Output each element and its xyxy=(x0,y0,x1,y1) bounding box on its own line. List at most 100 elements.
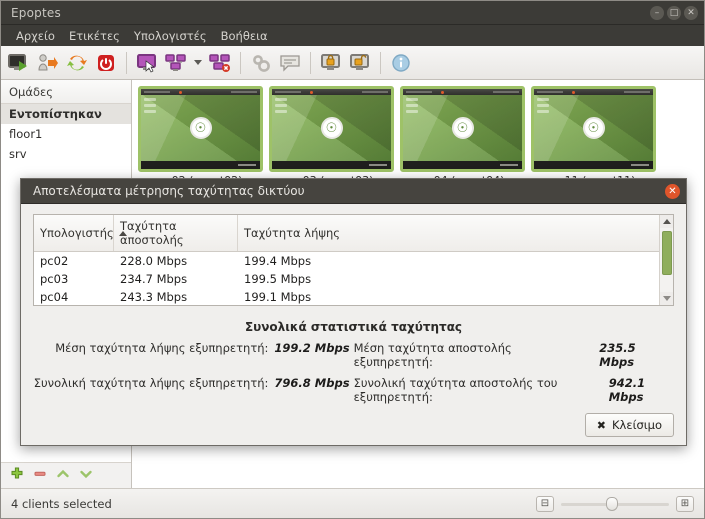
table-row[interactable]: pc02 228.0 Mbps 199.4 Mbps xyxy=(34,252,659,270)
zoom-out-button[interactable]: ⊟ xyxy=(536,495,554,512)
avg-download-value: 199.2 Mbps xyxy=(274,341,350,355)
zoom-slider-handle[interactable] xyxy=(606,496,618,511)
zoom-controls: ⊟ ⊞ xyxy=(536,495,694,512)
cell-computer: pc02 xyxy=(40,254,69,268)
restart-clients-icon[interactable] xyxy=(63,49,91,77)
add-group-button[interactable] xyxy=(10,466,24,485)
dialog-titlebar: Αποτελέσματα μέτρησης ταχύτητας δικτύου … xyxy=(21,179,686,204)
thumb-taskbar xyxy=(403,161,522,169)
groups-header: Ομάδες xyxy=(1,80,131,104)
results-table-main: Υπολογιστής Ταχύτητα αποστολής Ταχύτητα … xyxy=(34,215,659,305)
cell-download: 199.4 Mbps xyxy=(244,254,312,268)
menubar: Αρχείο Ετικέτες Υπολογιστές Βοήθεια xyxy=(1,25,704,46)
results-table-scrollbar[interactable] xyxy=(659,215,673,305)
send-message-icon[interactable] xyxy=(276,49,304,77)
dialog-title: Αποτελέσματα μέτρησης ταχύτητας δικτύου xyxy=(33,184,305,198)
log-out-user-icon[interactable] xyxy=(34,49,62,77)
results-table-header: Υπολογιστής Ταχύτητα αποστολής Ταχύτητα … xyxy=(34,215,659,252)
monitor-clients-icon[interactable] xyxy=(162,49,190,77)
close-dialog-button-label: Κλείσιμο xyxy=(612,418,662,432)
move-group-up-button[interactable] xyxy=(56,466,70,485)
toolbar-separator-2 xyxy=(240,51,241,74)
client-thumbnail[interactable]: ☉ xyxy=(269,86,394,172)
execute-command-icon[interactable] xyxy=(247,49,275,77)
move-group-down-button[interactable] xyxy=(79,466,93,485)
client-thumbnail[interactable]: ☉ xyxy=(400,86,525,172)
maximize-button[interactable]: □ xyxy=(667,5,681,20)
table-row[interactable]: pc04 243.3 Mbps 199.1 Mbps xyxy=(34,288,659,305)
dialog-footer: ✖ Κλείσιμο xyxy=(33,407,674,437)
sidebar-item-detected[interactable]: Εντοπίστηκαν xyxy=(1,104,131,124)
column-header-download-label: Ταχύτητα λήψης xyxy=(244,226,340,240)
ubuntu-logo-icon: ☉ xyxy=(582,117,605,139)
results-table: Υπολογιστής Ταχύτητα αποστολής Ταχύτητα … xyxy=(33,214,674,306)
broadcast-screen-icon[interactable] xyxy=(133,49,161,77)
zoom-slider[interactable] xyxy=(561,496,669,511)
total-upload-value: 942.1 Mbps xyxy=(608,376,646,404)
client-tile[interactable]: ☉ pc02 (guest02) xyxy=(138,86,263,187)
window-titlebar: Epoptes – □ ✕ xyxy=(1,1,704,25)
menu-computers[interactable]: Υπολογιστές xyxy=(127,27,214,45)
close-x-icon: ✖ xyxy=(596,418,606,432)
column-header-upload[interactable]: Ταχύτητα αποστολής xyxy=(114,215,238,251)
summary-statistics-title: Συνολικά στατιστικά ταχύτητας xyxy=(244,320,463,334)
menu-file[interactable]: Αρχείο xyxy=(9,27,62,45)
sidebar-item-floor1[interactable]: floor1 xyxy=(1,124,131,144)
column-header-computer[interactable]: Υπολογιστής xyxy=(34,215,127,251)
cell-upload: 234.7 Mbps xyxy=(120,272,188,286)
zoom-in-button[interactable]: ⊞ xyxy=(676,495,694,512)
thumb-taskbar xyxy=(272,161,391,169)
cell-computer: pc03 xyxy=(40,272,69,286)
ubuntu-logo-icon: ☉ xyxy=(320,117,343,139)
boot-clients-icon[interactable] xyxy=(5,49,33,77)
thumb-launcher xyxy=(275,98,287,116)
toolbar xyxy=(1,46,704,80)
status-text: 4 clients selected xyxy=(11,496,112,511)
cell-computer: pc04 xyxy=(40,290,69,304)
cell-upload: 243.3 Mbps xyxy=(120,290,188,304)
thumb-launcher xyxy=(144,98,156,116)
dialog-close-icon[interactable]: ✕ xyxy=(665,183,680,199)
unlock-screen-icon[interactable] xyxy=(346,49,374,77)
results-table-body: pc02 228.0 Mbps 199.4 Mbps pc03 234.7 Mb… xyxy=(34,252,659,305)
scrollbar-thumb[interactable] xyxy=(662,231,672,275)
total-download-value: 796.8 Mbps xyxy=(274,376,350,390)
column-header-download[interactable]: Ταχύτητα λήψης xyxy=(238,215,659,251)
cell-download: 199.5 Mbps xyxy=(244,272,312,286)
client-tile[interactable]: ☉ pc04 (guest04) xyxy=(400,86,525,187)
window-title: Epoptes xyxy=(11,5,61,20)
client-tile[interactable]: ☉ pc03 (guest03) xyxy=(269,86,394,187)
total-upload-label: Συνολική ταχύτητα αποστολής του εξυπηρετ… xyxy=(353,376,558,404)
minimize-button[interactable]: – xyxy=(650,5,664,20)
client-info-icon[interactable] xyxy=(387,49,415,77)
shutdown-clients-icon[interactable] xyxy=(92,49,120,77)
scroll-down-icon[interactable] xyxy=(660,292,673,305)
chevron-down-icon[interactable] xyxy=(191,49,205,77)
lock-screen-icon[interactable] xyxy=(317,49,345,77)
sidebar-item-srv[interactable]: srv xyxy=(1,144,131,164)
group-toolbar xyxy=(1,462,131,488)
total-download-stat: Συνολική ταχύτητα λήψης εξυπηρετητή: 796… xyxy=(33,376,354,390)
ubuntu-logo-icon: ☉ xyxy=(451,117,474,139)
network-speed-results-dialog: Αποτελέσματα μέτρησης ταχύτητας δικτύου … xyxy=(20,178,687,446)
client-thumbnail[interactable]: ☉ xyxy=(531,86,656,172)
avg-upload-label: Μέση ταχύτητα αποστολής εξυπηρετητή: xyxy=(353,341,512,369)
stats-row-average: Μέση ταχύτητα λήψης εξυπηρετητή: 199.2 M… xyxy=(33,341,674,369)
summary-statistics: Συνολικά στατιστικά ταχύτητας Μέση ταχύτ… xyxy=(33,320,674,404)
thumb-taskbar xyxy=(141,161,260,169)
thumb-desktop: ☉ xyxy=(272,95,391,161)
thumb-taskbar xyxy=(534,161,653,169)
client-thumbnail[interactable]: ☉ xyxy=(138,86,263,172)
close-window-button[interactable]: ✕ xyxy=(684,5,698,20)
stats-row-total: Συνολική ταχύτητα λήψης εξυπηρετητή: 796… xyxy=(33,376,674,404)
close-dialog-button[interactable]: ✖ Κλείσιμο xyxy=(584,413,674,437)
toolbar-separator-3 xyxy=(310,51,311,74)
remove-group-button[interactable] xyxy=(33,466,47,485)
stop-broadcast-icon[interactable] xyxy=(206,49,234,77)
client-tile[interactable]: ☉ pc11 (guest11) xyxy=(531,86,656,187)
menu-labels[interactable]: Ετικέτες xyxy=(62,27,127,45)
menu-help[interactable]: Βοήθεια xyxy=(214,27,275,45)
avg-upload-value: 235.5 Mbps xyxy=(599,341,636,369)
scroll-up-icon[interactable] xyxy=(660,215,673,228)
table-row[interactable]: pc03 234.7 Mbps 199.5 Mbps xyxy=(34,270,659,288)
